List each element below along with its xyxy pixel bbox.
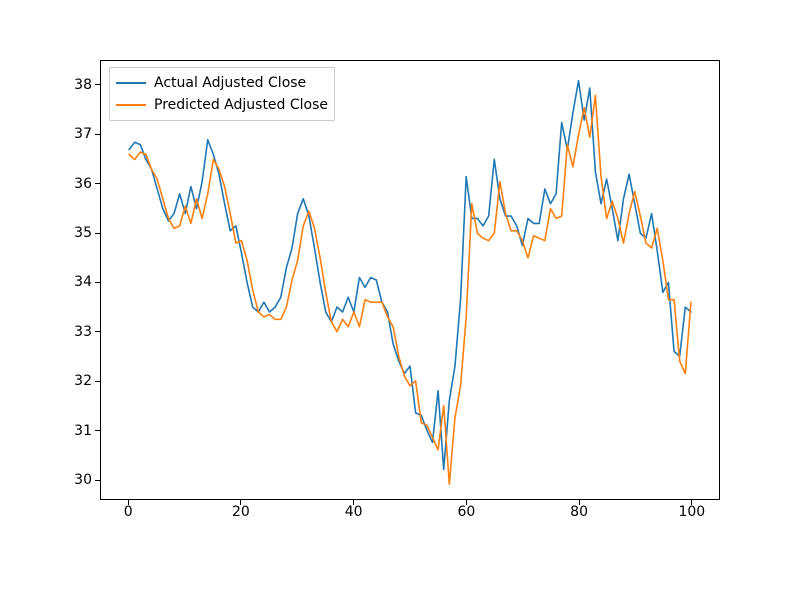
xtick-label: 100 (678, 504, 705, 520)
ytick-mark (95, 331, 100, 332)
xtick-label: 80 (570, 504, 588, 520)
ytick-label: 36 (0, 176, 92, 192)
legend-swatch-predicted (116, 104, 146, 106)
legend-item-actual: Actual Adjusted Close (116, 72, 328, 94)
ytick-mark (95, 282, 100, 283)
ytick-label: 34 (0, 274, 92, 290)
legend-label-actual: Actual Adjusted Close (154, 75, 306, 91)
legend-item-predicted: Predicted Adjusted Close (116, 94, 328, 116)
ytick-mark (95, 183, 100, 184)
legend: Actual Adjusted Close Predicted Adjusted… (109, 67, 335, 121)
ytick-mark (95, 134, 100, 135)
xtick-label: 60 (457, 504, 475, 520)
ytick-label: 35 (0, 225, 92, 241)
ytick-mark (95, 480, 100, 481)
xtick-label: 0 (124, 504, 133, 520)
xtick-label: 40 (345, 504, 363, 520)
plot-svg (101, 61, 719, 499)
ytick-label: 32 (0, 373, 92, 389)
ytick-mark (95, 233, 100, 234)
ytick-mark (95, 430, 100, 431)
ytick-label: 38 (0, 77, 92, 93)
ytick-mark (95, 381, 100, 382)
plot-area: Actual Adjusted Close Predicted Adjusted… (100, 60, 720, 500)
ytick-label: 31 (0, 423, 92, 439)
figure: Actual Adjusted Close Predicted Adjusted… (0, 0, 800, 598)
ytick-mark (95, 84, 100, 85)
ytick-label: 37 (0, 126, 92, 142)
xtick-label: 20 (232, 504, 250, 520)
legend-label-predicted: Predicted Adjusted Close (154, 97, 328, 113)
ytick-label: 33 (0, 324, 92, 340)
legend-swatch-actual (116, 82, 146, 84)
series-actual (129, 81, 691, 470)
ytick-label: 30 (0, 472, 92, 488)
